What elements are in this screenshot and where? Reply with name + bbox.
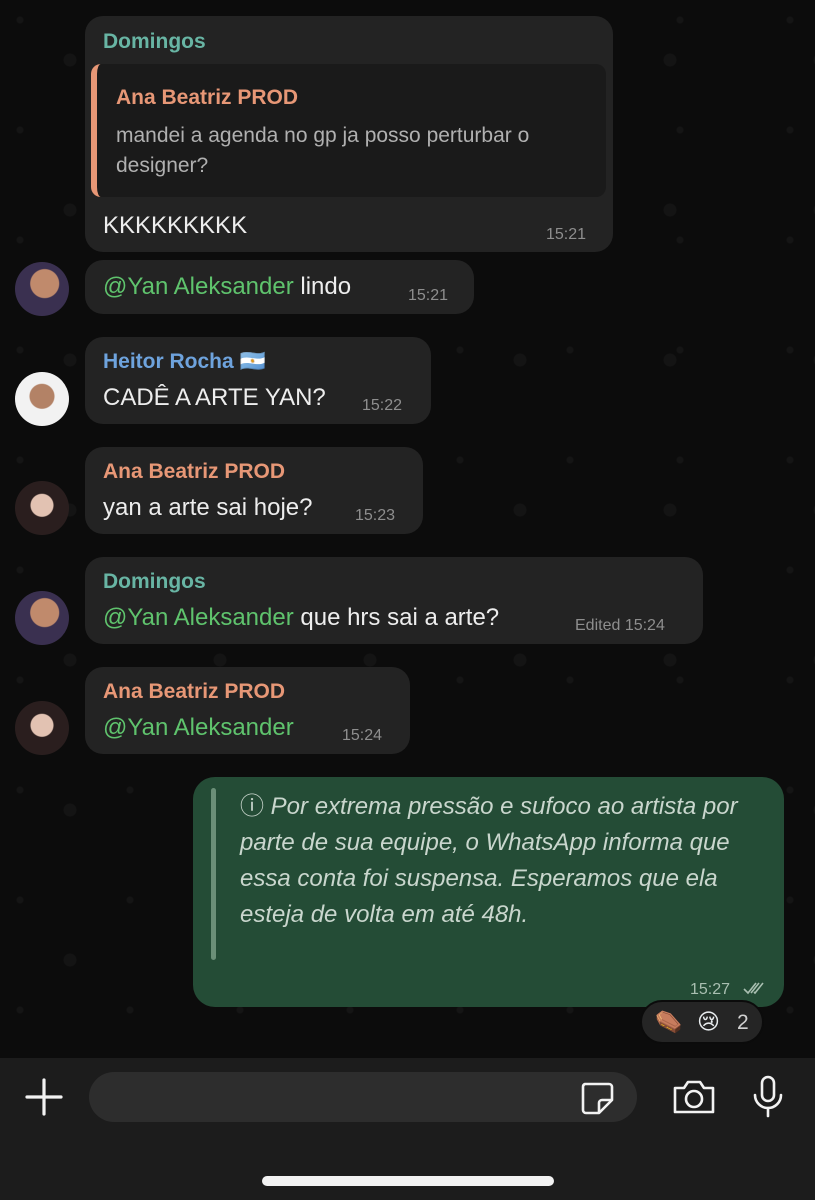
- sender-name[interactable]: Domingos: [103, 30, 206, 54]
- sticker-icon[interactable]: [579, 1080, 615, 1116]
- message-time: 15:21: [546, 226, 587, 243]
- sender-name[interactable]: Domingos: [103, 570, 206, 594]
- mention-link[interactable]: @Yan Aleksander: [103, 604, 294, 631]
- mention-link[interactable]: @Yan Aleksander: [103, 273, 294, 300]
- info-icon: ⓘ: [240, 793, 264, 820]
- read-double-check-icon: [743, 982, 764, 995]
- flag-icon: 🇦🇷: [239, 350, 266, 373]
- outgoing-message-text: ⓘ Por extrema pressão e sufoco ao artist…: [240, 789, 770, 933]
- quote-bar: [211, 788, 216, 960]
- sender-name[interactable]: Heitor Rocha 🇦🇷: [103, 350, 266, 374]
- message-time: 15:22: [362, 397, 403, 414]
- avatar-domingos[interactable]: [15, 262, 69, 316]
- crying-emoji-icon: 😢: [697, 1009, 720, 1034]
- quoted-text-line-2: designer?: [116, 154, 209, 177]
- message-input[interactable]: [89, 1072, 637, 1122]
- coffin-emoji-icon: ⚰️: [655, 1009, 683, 1034]
- message-text: CADÊ A ARTE YAN?: [103, 384, 326, 411]
- mention-link[interactable]: @Yan Aleksander: [103, 714, 294, 742]
- message-text-rest: lindo: [293, 273, 352, 300]
- outgoing-text: Por extrema pressão e sufoco ao artista …: [240, 793, 738, 928]
- quoted-text-line-1: mandei a agenda no gp ja posso perturbar…: [116, 124, 530, 147]
- sender-name-text: Heitor Rocha: [103, 350, 234, 373]
- message-text-rest: que hrs sai a arte?: [293, 604, 500, 631]
- plus-icon[interactable]: [24, 1077, 64, 1117]
- quoted-sender-name: Ana Beatriz PROD: [116, 86, 299, 109]
- avatar-domingos[interactable]: [15, 591, 69, 645]
- sender-name[interactable]: Ana Beatriz PROD: [103, 460, 285, 484]
- camera-icon[interactable]: [671, 1078, 717, 1116]
- home-indicator[interactable]: [262, 1176, 554, 1186]
- reaction-count: 2: [737, 1011, 749, 1034]
- message-text: @Yan Aleksander lindo: [103, 273, 351, 301]
- message-text: @Yan Aleksander que hrs sai a arte?: [103, 604, 499, 632]
- avatar-ana-beatriz[interactable]: [15, 701, 69, 755]
- avatar-heitor[interactable]: [15, 372, 69, 426]
- message-time: 15:21: [408, 287, 449, 304]
- avatar-ana-beatriz[interactable]: [15, 481, 69, 535]
- message-time: 15:27: [690, 981, 731, 998]
- message-time: Edited 15:24: [575, 617, 665, 634]
- message-text: KKKKKKKKK: [103, 212, 248, 239]
- message-text: yan a arte sai hoje?: [103, 494, 313, 521]
- message-list[interactable]: Domingos Ana Beatriz PROD mandei a agend…: [0, 0, 815, 1058]
- message-time: 15:23: [355, 507, 396, 524]
- sender-name[interactable]: Ana Beatriz PROD: [103, 680, 285, 704]
- microphone-icon[interactable]: [750, 1074, 786, 1120]
- message-time: 15:24: [342, 727, 383, 744]
